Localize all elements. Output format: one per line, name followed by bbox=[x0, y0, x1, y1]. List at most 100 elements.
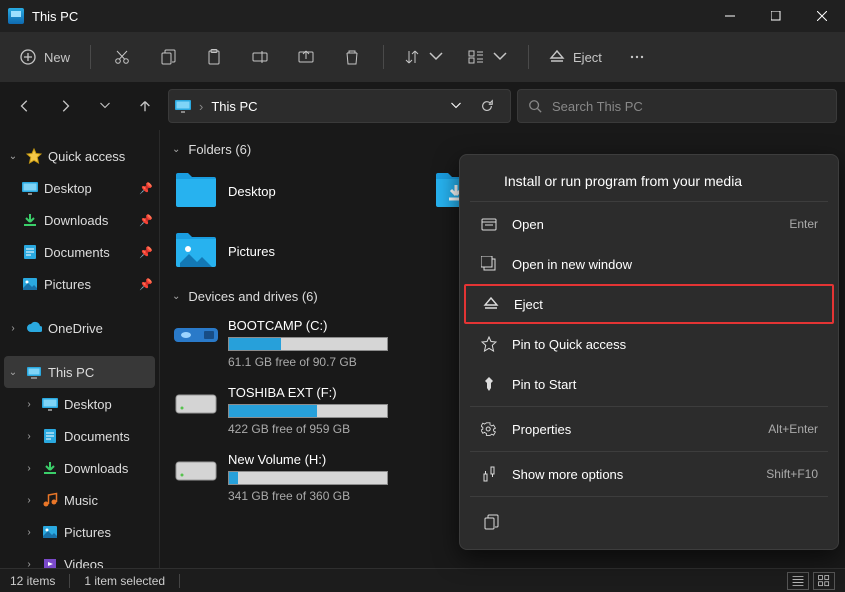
chevron-down-icon[interactable] bbox=[450, 100, 462, 112]
document-icon bbox=[42, 428, 58, 444]
titlebar: This PC bbox=[0, 0, 845, 32]
close-button[interactable] bbox=[799, 0, 845, 32]
forward-button[interactable] bbox=[48, 89, 82, 123]
chevron-right-icon[interactable]: › bbox=[6, 323, 20, 334]
ctx-label: Eject bbox=[514, 297, 816, 312]
eject-button[interactable]: Eject bbox=[539, 39, 612, 75]
download-icon bbox=[42, 460, 58, 476]
chevron-right-icon[interactable]: › bbox=[22, 431, 36, 442]
new-button[interactable]: New bbox=[10, 39, 80, 75]
folder-desktop[interactable]: Desktop bbox=[174, 171, 404, 211]
ctx-open-new-window[interactable]: Open in new window bbox=[464, 244, 834, 284]
details-view-button[interactable] bbox=[787, 572, 809, 590]
sidebar-label: Quick access bbox=[48, 149, 125, 164]
sidebar-desktop[interactable]: Desktop 📌 bbox=[0, 172, 159, 204]
copy-button[interactable] bbox=[147, 39, 189, 75]
more-icon bbox=[480, 465, 498, 483]
sidebar-videos[interactable]: › Videos bbox=[0, 548, 159, 568]
up-button[interactable] bbox=[128, 89, 162, 123]
sidebar-downloads2[interactable]: › Downloads bbox=[0, 452, 159, 484]
pin-icon: 📌 bbox=[139, 182, 153, 195]
chevron-right-icon[interactable]: › bbox=[22, 495, 36, 506]
folder-label: Pictures bbox=[228, 244, 275, 259]
cut-button[interactable] bbox=[101, 39, 143, 75]
minimize-button[interactable] bbox=[707, 0, 753, 32]
chevron-down-icon[interactable]: ⌄ bbox=[6, 367, 20, 378]
ctx-eject[interactable]: Eject bbox=[464, 284, 834, 324]
sidebar-pictures[interactable]: Pictures 📌 bbox=[0, 268, 159, 300]
sidebar-downloads[interactable]: Downloads 📌 bbox=[0, 204, 159, 236]
ctx-pin-start[interactable]: Pin to Start bbox=[464, 364, 834, 404]
sidebar-music[interactable]: › Music bbox=[0, 484, 159, 516]
chevron-down-icon[interactable]: ⌄ bbox=[172, 291, 180, 302]
sidebar-documents2[interactable]: › Documents bbox=[0, 420, 159, 452]
refresh-button[interactable] bbox=[470, 89, 504, 123]
toolbar-sep bbox=[528, 45, 529, 69]
monitor-icon bbox=[22, 180, 38, 196]
sidebar-label: Videos bbox=[64, 557, 104, 569]
delete-button[interactable] bbox=[331, 39, 373, 75]
chevron-down-icon[interactable]: ⌄ bbox=[6, 151, 20, 162]
sidebar-label: Pictures bbox=[64, 525, 111, 540]
drive-item[interactable]: TOSHIBA EXT (F:) 422 GB free of 959 GB bbox=[174, 385, 424, 436]
document-icon bbox=[22, 244, 38, 260]
sidebar-quick-access[interactable]: ⌄ Quick access bbox=[0, 140, 159, 172]
chevron-down-icon[interactable]: ⌄ bbox=[172, 144, 180, 155]
cloud-icon bbox=[26, 320, 42, 336]
back-button[interactable] bbox=[8, 89, 42, 123]
eject-icon bbox=[482, 295, 500, 313]
share-button[interactable] bbox=[285, 39, 327, 75]
ctx-label: Pin to Quick access bbox=[512, 337, 818, 352]
ctx-open[interactable]: Open Enter bbox=[464, 204, 834, 244]
paste-button[interactable] bbox=[193, 39, 235, 75]
pin-icon: 📌 bbox=[139, 214, 153, 227]
picture-icon bbox=[22, 276, 38, 292]
sidebar-this-pc[interactable]: ⌄ This PC bbox=[4, 356, 155, 388]
search-input[interactable]: Search This PC bbox=[517, 89, 837, 123]
tiles-view-button[interactable] bbox=[813, 572, 835, 590]
ctx-label: Show more options bbox=[512, 467, 752, 482]
status-count: 12 items bbox=[10, 574, 55, 588]
sidebar-label: This PC bbox=[48, 365, 94, 380]
folder-pictures[interactable]: Pictures bbox=[174, 231, 404, 271]
folder-icon bbox=[174, 171, 218, 211]
drive-bar bbox=[228, 337, 388, 351]
folder-icon bbox=[174, 231, 218, 271]
maximize-button[interactable] bbox=[753, 0, 799, 32]
group-label: Folders (6) bbox=[188, 142, 251, 157]
address-location: This PC bbox=[211, 99, 257, 114]
more-button[interactable] bbox=[616, 39, 658, 75]
chevron-right-icon[interactable]: › bbox=[22, 463, 36, 474]
sidebar-desktop2[interactable]: › Desktop bbox=[0, 388, 159, 420]
folder-label: Desktop bbox=[228, 184, 276, 199]
gear-icon bbox=[480, 420, 498, 438]
rename-button[interactable] bbox=[239, 39, 281, 75]
drive-item[interactable]: BOOTCAMP (C:) 61.1 GB free of 90.7 GB bbox=[174, 318, 424, 369]
drive-name: TOSHIBA EXT (F:) bbox=[228, 385, 424, 400]
sort-button[interactable] bbox=[394, 39, 454, 75]
sidebar-label: Desktop bbox=[64, 397, 112, 412]
ctx-show-more[interactable]: Show more options Shift+F10 bbox=[464, 454, 834, 494]
pc-icon bbox=[26, 364, 42, 380]
chevron-right-icon[interactable]: › bbox=[22, 399, 36, 410]
monitor-icon bbox=[175, 98, 191, 114]
address-bar[interactable]: › This PC bbox=[168, 89, 511, 123]
ctx-properties[interactable]: Properties Alt+Enter bbox=[464, 409, 834, 449]
pin-icon: 📌 bbox=[139, 246, 153, 259]
copy-icon[interactable] bbox=[474, 505, 508, 539]
sidebar-documents[interactable]: Documents 📌 bbox=[0, 236, 159, 268]
drive-item[interactable]: New Volume (H:) 341 GB free of 360 GB bbox=[174, 452, 424, 503]
ctx-pin-quick-access[interactable]: Pin to Quick access bbox=[464, 324, 834, 364]
status-bar: 12 items 1 item selected bbox=[0, 568, 845, 592]
history-button[interactable] bbox=[88, 89, 122, 123]
window-title: This PC bbox=[32, 9, 78, 24]
sidebar-pictures2[interactable]: › Pictures bbox=[0, 516, 159, 548]
drive-bar bbox=[228, 404, 388, 418]
sidebar-label: Pictures bbox=[44, 277, 91, 292]
toolbar-sep bbox=[90, 45, 91, 69]
chevron-right-icon[interactable]: › bbox=[22, 559, 36, 569]
view-button[interactable] bbox=[458, 39, 518, 75]
chevron-right-icon[interactable]: › bbox=[22, 527, 36, 538]
sidebar-onedrive[interactable]: › OneDrive bbox=[0, 312, 159, 344]
drive-name: New Volume (H:) bbox=[228, 452, 424, 467]
